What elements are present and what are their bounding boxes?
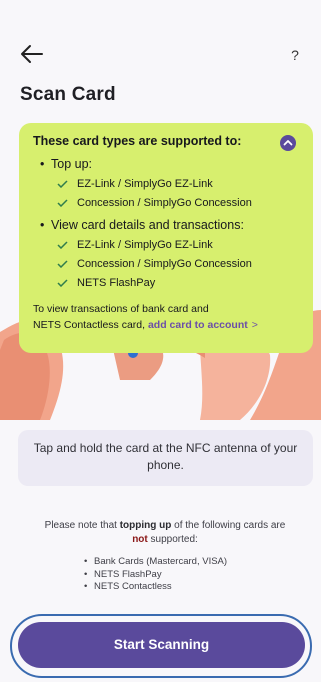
list-item: EZ-Link / SimplyGo EZ-Link [33, 178, 299, 190]
nfc-instruction: Tap and hold the card at the NFC antenna… [18, 430, 313, 486]
list-item: Concession / SimplyGo Concession [33, 197, 299, 209]
arrow-left-icon[interactable] [20, 44, 44, 64]
footnote-line: NETS Contactless card, [33, 319, 146, 331]
list-item: Concession / SimplyGo Concession [33, 258, 299, 270]
notice-not: not [132, 534, 148, 545]
check-icon [57, 279, 68, 287]
top-bar: ? [0, 0, 321, 80]
page-title: Scan Card [20, 84, 116, 105]
notice-text: of the following cards are [174, 520, 286, 531]
panel-heading: These card types are supported to: [33, 134, 242, 148]
supported-cards-panel: These card types are supported to: • Top … [19, 123, 313, 353]
section-label: View card details and transactions: [51, 218, 244, 232]
list-item: NETS FlashPay [33, 277, 299, 289]
item-label: NETS FlashPay [77, 277, 156, 289]
item-label: EZ-Link / SimplyGo EZ-Link [77, 239, 213, 251]
list-item: • NETS FlashPay [84, 568, 162, 580]
item-label: EZ-Link / SimplyGo EZ-Link [77, 178, 213, 190]
unsupported-list: • Bank Cards (Mastercard, VISA) • NETS Fla… [84, 556, 284, 594]
item-label: NETS FlashPay [94, 568, 162, 580]
help-icon[interactable]: ? [284, 44, 306, 66]
unsupported-notice: Please note that topping up of the follo… [20, 519, 310, 547]
section-label: Top up: [51, 157, 93, 171]
list-item: • Bank Cards (Mastercard, VISA) [84, 556, 228, 567]
add-card-link[interactable]: add card to account [148, 319, 248, 331]
notice-emphasis: topping up [119, 520, 172, 531]
instruction-text: Tap and hold the card at the NFC antenna… [33, 441, 298, 472]
section-view-details: • View card details and transactions: [40, 218, 244, 232]
section-top-up: • Top up: [40, 157, 93, 171]
check-icon [57, 199, 68, 207]
item-label: NETS Contactless [94, 581, 172, 592]
notice-text: Please note that [44, 520, 117, 531]
item-label: Concession / SimplyGo Concession [77, 197, 252, 209]
check-icon [57, 260, 68, 268]
chevron-right-icon[interactable]: > [252, 319, 258, 331]
chevron-up-circle-icon[interactable] [280, 135, 296, 151]
panel-footnote: To view transactions of bank card and NE… [33, 301, 299, 333]
item-label: Bank Cards (Mastercard, VISA) [94, 556, 228, 567]
notice-text: supported: [150, 534, 198, 545]
check-icon [57, 241, 68, 249]
check-icon [57, 180, 68, 188]
item-label: Concession / SimplyGo Concession [77, 258, 252, 270]
footnote-line: To view transactions of bank card and [33, 303, 209, 315]
list-item: EZ-Link / SimplyGo EZ-Link [33, 239, 299, 251]
start-scanning-button[interactable]: Start Scanning [18, 622, 305, 668]
list-item: • NETS Contactless [84, 581, 172, 592]
